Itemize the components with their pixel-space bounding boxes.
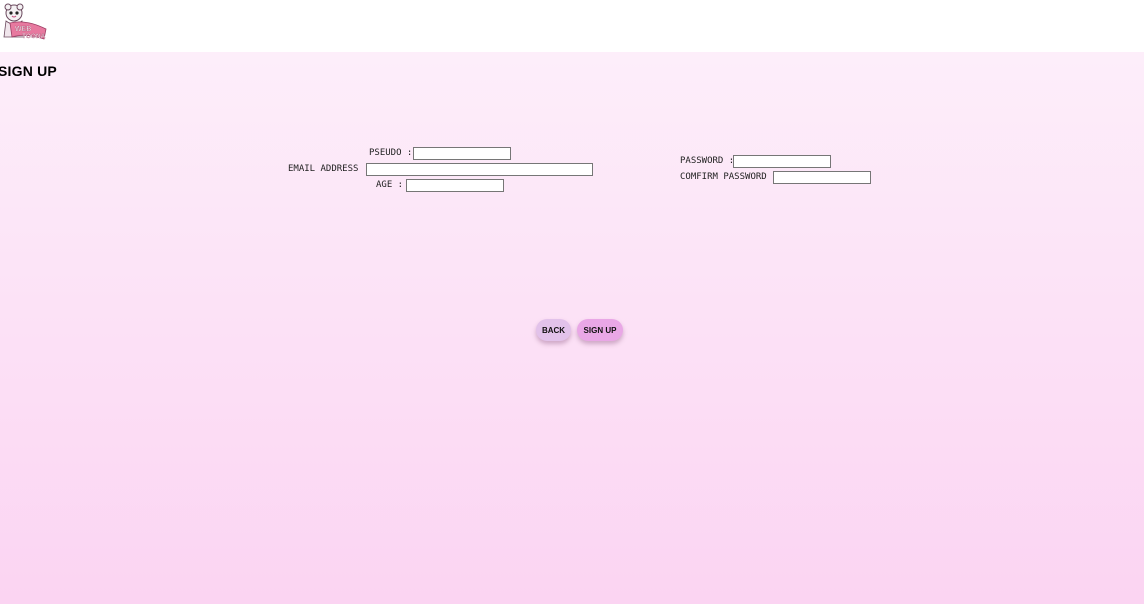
main-content: SIGN UP PSEUDO : EMAIL ADDRESS : AGE : P…: [0, 52, 1144, 604]
header: WEB TOONA: [0, 0, 1144, 52]
email-label: EMAIL ADDRESS :: [288, 164, 370, 174]
email-input[interactable]: [366, 163, 593, 176]
password-input[interactable]: [733, 155, 831, 168]
age-input[interactable]: [406, 179, 504, 192]
svg-text:TOONA: TOONA: [22, 33, 46, 40]
logo[interactable]: WEB TOONA: [2, 3, 48, 41]
pseudo-input[interactable]: [413, 147, 511, 160]
webtoona-logo-icon: WEB TOONA: [3, 3, 47, 40]
age-label: AGE :: [376, 180, 404, 190]
password-label: PASSWORD :: [680, 156, 735, 166]
svg-text:WEB: WEB: [15, 26, 31, 33]
page-title: SIGN UP: [0, 63, 57, 79]
confirm-password-label: COMFIRM PASSWORD :: [680, 172, 778, 182]
pseudo-label: PSEUDO :: [369, 148, 413, 158]
back-button[interactable]: BACK: [536, 319, 571, 341]
confirm-password-input[interactable]: [773, 171, 871, 184]
sign-up-button[interactable]: SIGN UP: [577, 319, 623, 341]
